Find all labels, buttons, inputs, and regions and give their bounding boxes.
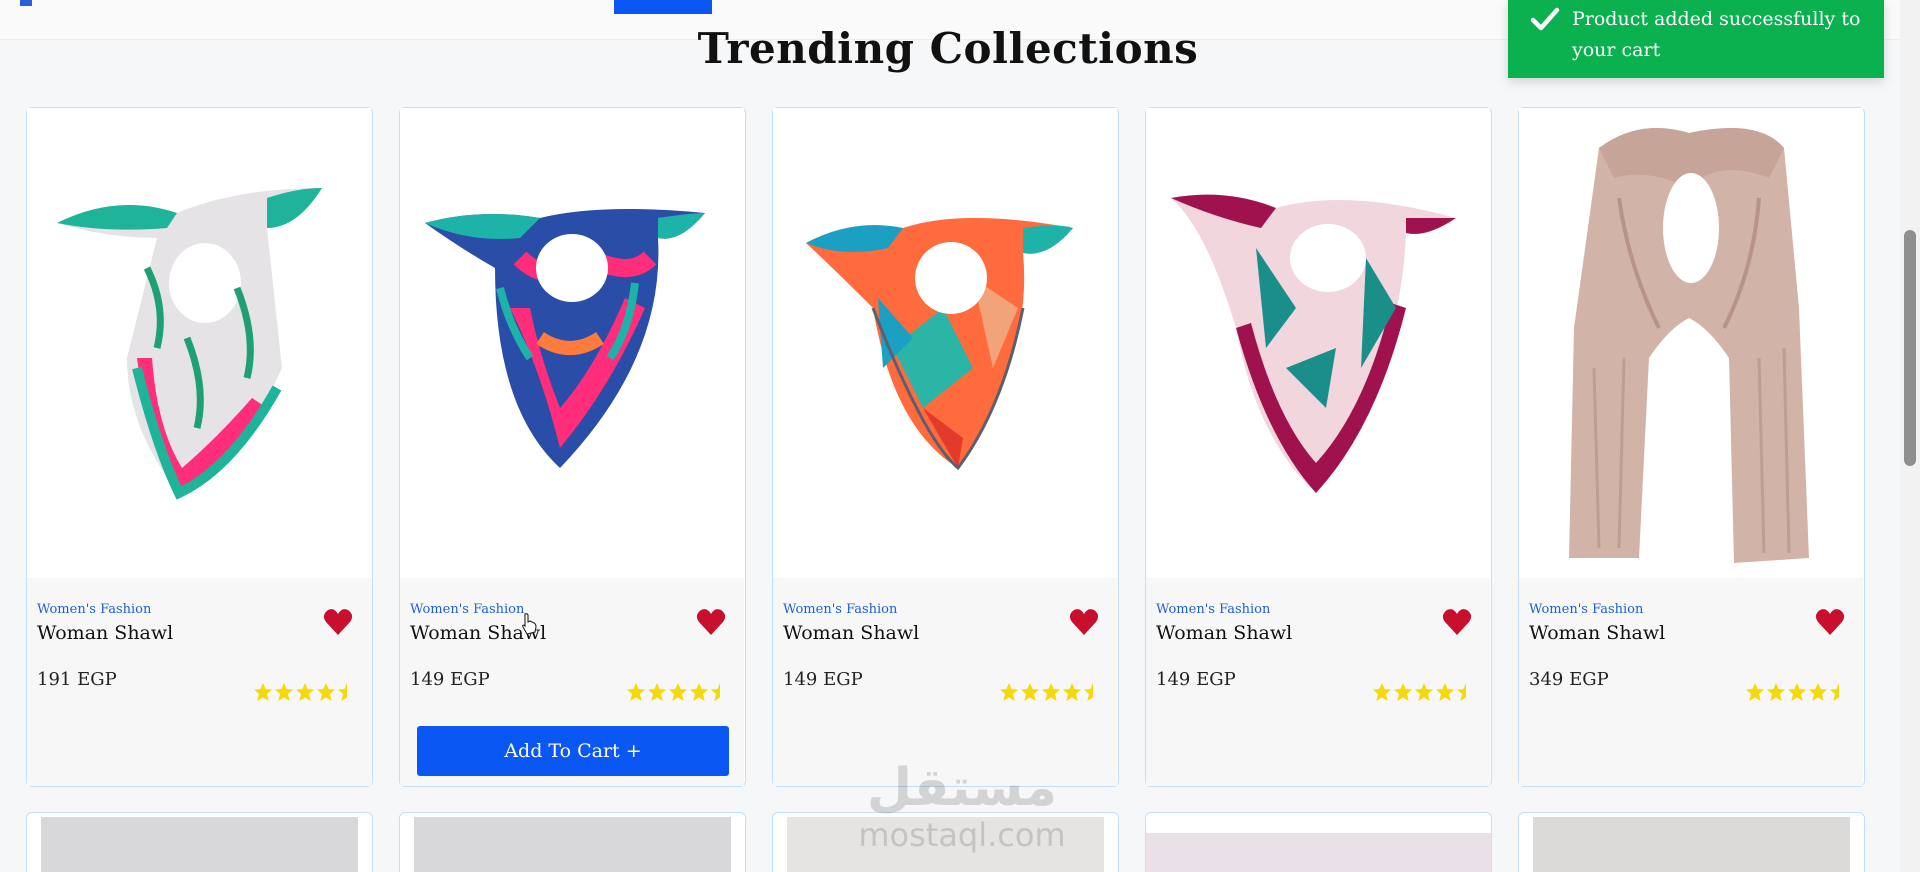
product-card-partial[interactable]: [1145, 812, 1492, 872]
product-category[interactable]: Women's Fashion: [410, 602, 524, 617]
product-image[interactable]: [400, 108, 744, 578]
watermark-arabic: مستقل: [866, 758, 1058, 818]
toast-notification: Product added successfully to your cart: [1508, 0, 1884, 78]
product-info: Women's Fashion Woman Shawl 149 EGP: [773, 578, 1117, 786]
add-to-cart-label: Add To Cart: [504, 740, 620, 762]
watermark-latin: mostaql.com: [858, 816, 1066, 854]
mouse-cursor-icon: [522, 613, 537, 635]
heart-icon[interactable]: [1069, 608, 1099, 636]
heart-icon[interactable]: [1815, 608, 1845, 636]
toast-message: Product added successfully to your cart: [1572, 8, 1861, 61]
product-card-partial[interactable]: [26, 812, 373, 872]
product-info: Women's Fashion Woman Shawl 349 EGP: [1519, 578, 1863, 786]
product-price: 149 EGP: [410, 669, 490, 690]
product-image[interactable]: [1519, 108, 1863, 578]
product-name[interactable]: Woman Shawl: [1156, 622, 1292, 644]
rating-stars: [627, 683, 720, 701]
product-info: Women's Fashion Woman Shawl 191 EGP: [27, 578, 371, 786]
heart-icon[interactable]: [323, 608, 353, 636]
product-price: 149 EGP: [1156, 669, 1236, 690]
product-image[interactable]: [414, 817, 731, 872]
check-icon: [1530, 7, 1560, 31]
product-price: 149 EGP: [783, 669, 863, 690]
product-card-partial[interactable]: [399, 812, 746, 872]
product-card[interactable]: Women's Fashion Woman Shawl 349 EGP: [1518, 107, 1865, 787]
product-category[interactable]: Women's Fashion: [783, 602, 897, 617]
nav-active-link[interactable]: [614, 0, 712, 14]
product-info: Women's Fashion Woman Shawl 149 EGP Add …: [400, 578, 744, 786]
rating-stars: [254, 683, 347, 701]
heart-icon[interactable]: [1442, 608, 1472, 636]
product-image[interactable]: [1146, 833, 1491, 872]
product-card[interactable]: Women's Fashion Woman Shawl 149 EGP Add …: [399, 107, 746, 787]
product-name[interactable]: Woman Shawl: [783, 622, 919, 644]
product-name[interactable]: Woman Shawl: [1529, 622, 1665, 644]
product-image[interactable]: [41, 817, 358, 872]
product-card[interactable]: Women's Fashion Woman Shawl 149 EGP: [772, 107, 1119, 787]
product-category[interactable]: Women's Fashion: [1529, 602, 1643, 617]
product-category[interactable]: Women's Fashion: [37, 602, 151, 617]
product-name[interactable]: Woman Shawl: [37, 622, 173, 644]
plus-icon: +: [625, 740, 642, 762]
heart-icon[interactable]: [696, 608, 726, 636]
nav-logo-fragment[interactable]: [20, 0, 32, 6]
product-category[interactable]: Women's Fashion: [1156, 602, 1270, 617]
watermark: مستقل mostaql.com: [842, 760, 1082, 860]
rating-stars: [1746, 683, 1839, 701]
product-price: 349 EGP: [1529, 669, 1609, 690]
scrollbar[interactable]: [1900, 0, 1920, 872]
product-price: 191 EGP: [37, 669, 117, 690]
product-image[interactable]: [1533, 817, 1850, 872]
product-info: Women's Fashion Woman Shawl 149 EGP: [1146, 578, 1490, 786]
rating-stars: [1000, 683, 1093, 701]
product-image[interactable]: [27, 108, 371, 578]
product-card-partial[interactable]: [1518, 812, 1865, 872]
product-image[interactable]: [773, 108, 1117, 578]
rating-stars: [1373, 683, 1466, 701]
scrollbar-thumb[interactable]: [1904, 230, 1916, 466]
product-card[interactable]: Women's Fashion Woman Shawl 149 EGP: [1145, 107, 1492, 787]
product-card[interactable]: Women's Fashion Woman Shawl 191 EGP: [26, 107, 373, 787]
add-to-cart-button[interactable]: Add To Cart +: [417, 726, 729, 776]
product-image[interactable]: [1146, 108, 1490, 578]
